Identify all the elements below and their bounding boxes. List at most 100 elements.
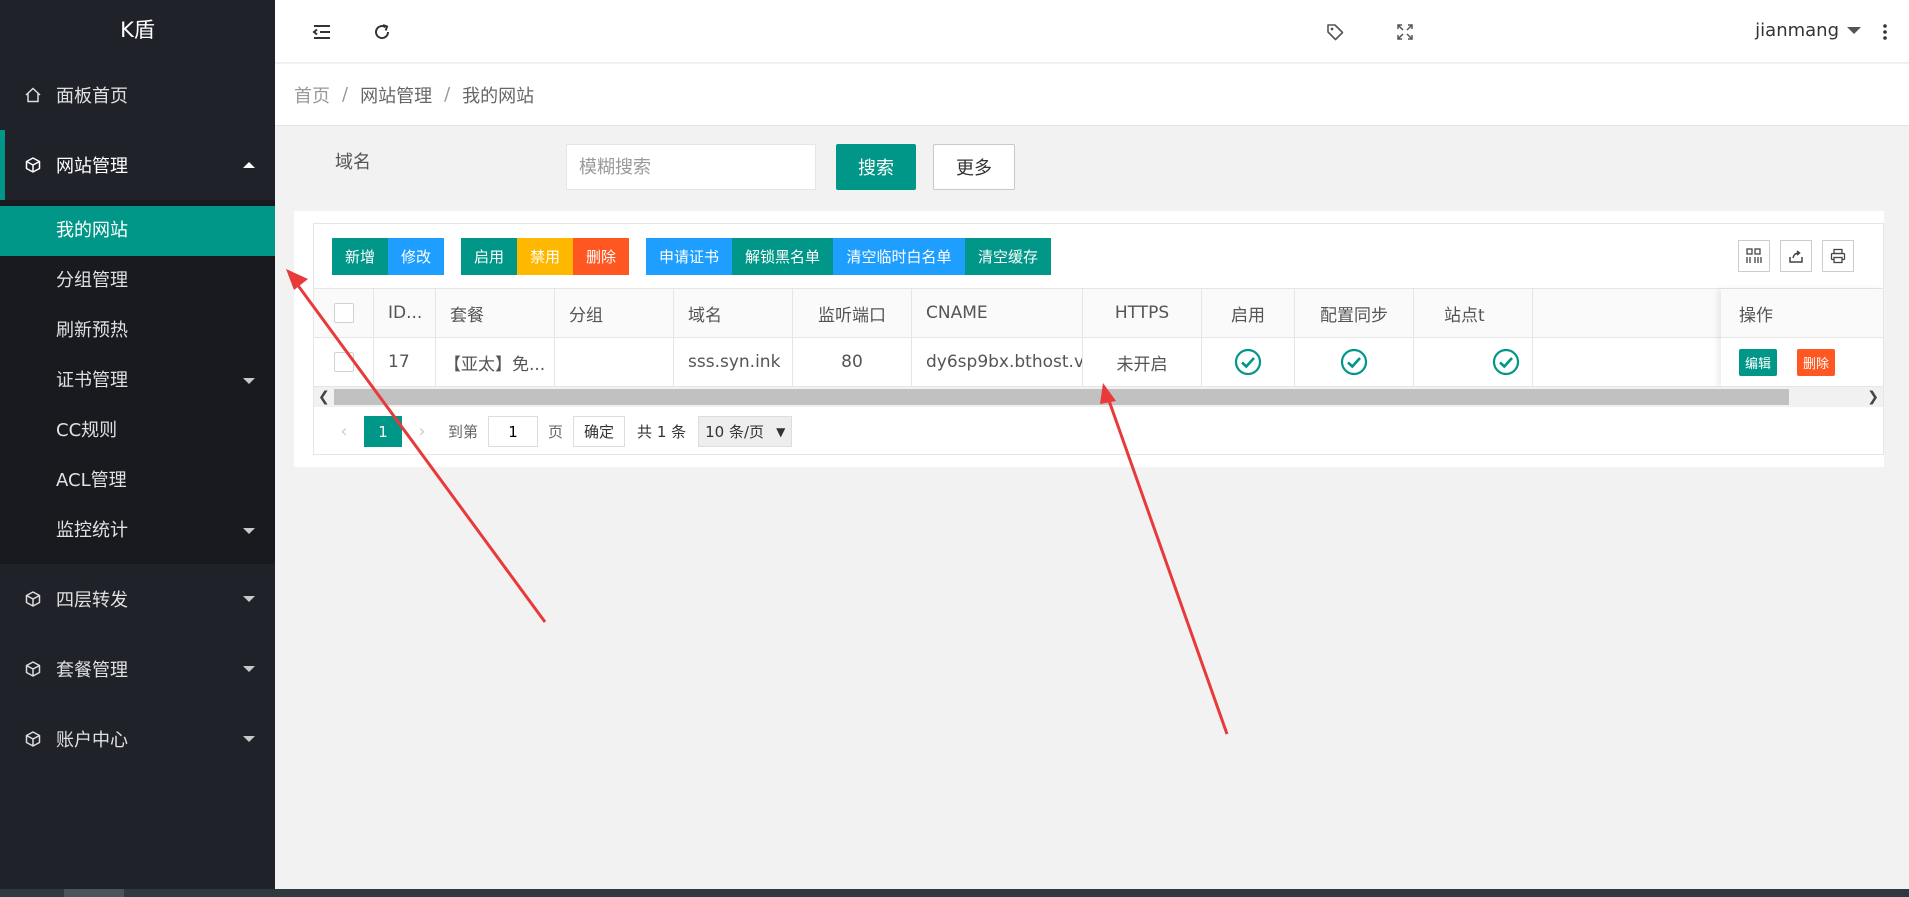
home-icon [24, 86, 42, 104]
user-menu[interactable]: jianmang [1755, 20, 1861, 41]
sidebar-item-label: 账户中心 [56, 730, 128, 751]
breadcrumb-home[interactable]: 首页 [294, 82, 330, 108]
sidebar-item-account-center[interactable]: 账户中心 [0, 704, 275, 774]
delete-button[interactable]: 删除 [573, 238, 629, 275]
username: jianmang [1755, 20, 1839, 41]
cube-icon [24, 660, 42, 678]
table-horizontal-scrollbar[interactable]: ❮ ❯ [314, 387, 1883, 407]
page-unit-label: 页 [548, 423, 564, 441]
cube-icon [24, 730, 42, 748]
next-page-icon[interactable]: › [408, 421, 436, 442]
edit-button[interactable]: 修改 [388, 238, 444, 275]
sidebar-item-monitoring[interactable]: 监控统计 [0, 506, 275, 556]
print-icon[interactable] [1822, 240, 1854, 272]
scrollbar-thumb[interactable] [64, 889, 124, 897]
column-header[interactable]: 配置同步 [1295, 289, 1414, 337]
goto-label: 到第 [448, 423, 479, 441]
cell-plan: 【亚太】免... [436, 338, 555, 386]
unlock-blacklist-button[interactable]: 解锁黑名单 [732, 238, 833, 275]
table-toolbar: 新增 修改 启用 禁用 删除 申请证书 解锁黑名单 清空临时白名单 清空缓存 [314, 224, 1883, 289]
sidebar-item-website-management[interactable]: 网站管理 [0, 130, 275, 200]
column-header[interactable]: CNAME [912, 289, 1083, 337]
pagination: ‹ 1 › 到第 页 确定 共 1 条 10 条/页 ▼ [314, 407, 1883, 454]
sidebar-submenu: 我的网站 分组管理 刷新预热 证书管理 CC规则 ACL管理 监控统计 [0, 200, 275, 564]
data-table: 新增 修改 启用 禁用 删除 申请证书 解锁黑名单 清空临时白名单 清空缓存 I… [313, 223, 1884, 455]
sidebar-item-refresh-preheat[interactable]: 刷新预热 [0, 306, 275, 356]
column-header[interactable]: 套餐 [436, 289, 555, 337]
breadcrumb-level1[interactable]: 网站管理 [360, 82, 432, 108]
breadcrumb-current: 我的网站 [462, 85, 535, 107]
page-size-select[interactable]: 10 条/页 ▼ [698, 416, 793, 447]
chevron-down-icon [1847, 27, 1861, 34]
column-header[interactable]: ID... [374, 289, 436, 337]
enable-button[interactable]: 启用 [461, 238, 517, 275]
columns-filter-icon[interactable] [1738, 240, 1770, 272]
sidebar-item-label: 网站管理 [56, 156, 128, 177]
column-header[interactable]: HTTPS [1083, 289, 1202, 337]
scroll-left-icon[interactable]: ❮ [318, 389, 330, 405]
column-header[interactable]: 站点t [1414, 289, 1533, 337]
sidebar-item-group-management[interactable]: 分组管理 [0, 256, 275, 306]
sidebar-item-label: 监控统计 [56, 520, 128, 541]
column-header[interactable]: 域名 [674, 289, 793, 337]
disable-button[interactable]: 禁用 [517, 238, 573, 275]
scrollbar-thumb[interactable] [334, 389, 1789, 405]
menu-fold-icon[interactable] [310, 20, 334, 44]
sidebar-item-dashboard[interactable]: 面板首页 [0, 60, 275, 130]
column-header[interactable]: 监听端口 [793, 289, 912, 337]
chevron-down-icon [243, 736, 255, 742]
sidebar-item-cc-rules[interactable]: CC规则 [0, 406, 275, 456]
cell-port: 80 [793, 338, 912, 386]
row-delete-button[interactable]: 删除 [1797, 348, 1836, 376]
cube-icon [24, 590, 42, 608]
prev-page-icon[interactable]: ‹ [330, 421, 358, 442]
add-button[interactable]: 新增 [332, 238, 388, 275]
more-vertical-icon[interactable] [1873, 20, 1897, 44]
sidebar-item-plan-management[interactable]: 套餐管理 [0, 634, 275, 704]
sidebar-item-acl-management[interactable]: ACL管理 [0, 456, 275, 506]
tag-icon[interactable] [1323, 20, 1347, 44]
table-header: ID... 套餐 分组 域名 监听端口 CNAME HTTPS 启用 配置同步 … [314, 289, 1883, 338]
search-button[interactable]: 搜索 [836, 144, 916, 190]
sidebar-item-my-websites[interactable]: 我的网站 [0, 206, 275, 256]
column-header[interactable]: 启用 [1202, 289, 1295, 337]
row-checkbox[interactable] [333, 352, 354, 372]
search-input[interactable] [566, 144, 816, 190]
chevron-down-icon [243, 596, 255, 602]
chevron-down-icon: ▼ [776, 424, 786, 439]
column-header[interactable]: 分组 [555, 289, 674, 337]
cell-cname: dy6sp9bx.bthost.vip [912, 338, 1083, 386]
scroll-right-icon[interactable]: ❯ [1867, 389, 1879, 405]
top-header: jianmang [275, 0, 1909, 63]
breadcrumb: 首页 / 网站管理 / 我的网站 [275, 64, 1909, 126]
cell-id: 17 [374, 338, 436, 386]
sidebar-item-label: 面板首页 [56, 86, 128, 107]
clear-cache-button[interactable]: 清空缓存 [965, 238, 1051, 275]
total-count: 共 1 条 [637, 423, 687, 441]
row-edit-button[interactable]: 编辑 [1739, 348, 1778, 376]
page-confirm-button[interactable]: 确定 [573, 416, 626, 447]
app-logo: K盾 [0, 0, 275, 60]
clear-temp-whitelist-button[interactable]: 清空临时白名单 [833, 238, 965, 275]
page-jump-input[interactable] [488, 416, 539, 447]
bottom-scrollbar[interactable] [0, 889, 1909, 897]
page-current[interactable]: 1 [364, 416, 402, 447]
cell-https: 未开启 [1083, 338, 1202, 386]
apply-cert-button[interactable]: 申请证书 [646, 238, 732, 275]
more-button[interactable]: 更多 [933, 144, 1015, 190]
sidebar-item-cert-management[interactable]: 证书管理 [0, 356, 275, 406]
cube-icon [24, 156, 42, 174]
select-all-checkbox[interactable] [333, 303, 354, 323]
check-circle-icon [1234, 348, 1262, 376]
column-header: 操作 [1721, 289, 1883, 338]
chevron-down-icon [243, 666, 255, 672]
export-icon[interactable] [1780, 240, 1812, 272]
chevron-up-icon [243, 162, 255, 168]
refresh-icon[interactable] [370, 20, 394, 44]
sidebar-item-label: 证书管理 [56, 370, 128, 391]
sidebar-item-layer4-forwarding[interactable]: 四层转发 [0, 564, 275, 634]
table-row[interactable]: 17 【亚太】免... sss.syn.ink 80 dy6sp9bx.btho… [314, 338, 1883, 387]
sidebar-item-label: 四层转发 [56, 590, 128, 611]
fullscreen-icon[interactable] [1393, 20, 1417, 44]
check-circle-icon [1340, 348, 1368, 376]
